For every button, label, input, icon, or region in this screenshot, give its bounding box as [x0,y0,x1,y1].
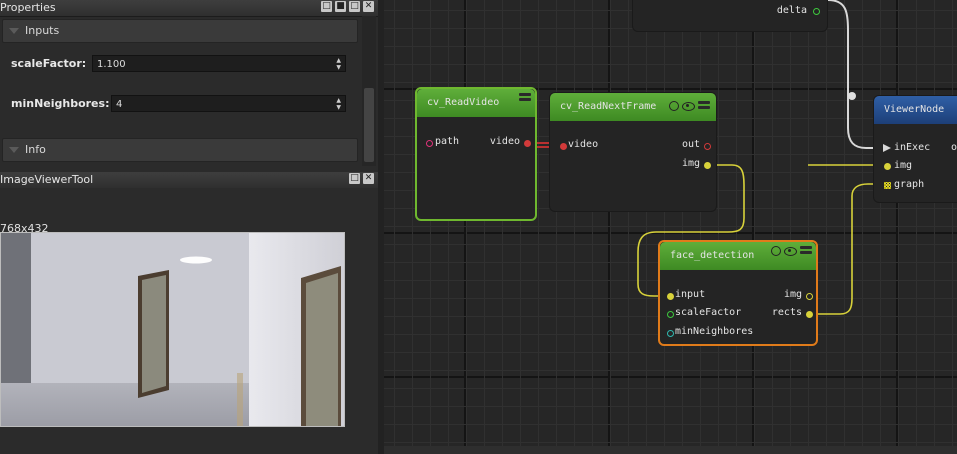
menu-stack-icon[interactable] [698,101,710,111]
port-img-dot[interactable] [704,162,711,169]
port-path-dot[interactable] [426,140,433,147]
port-img-out-label: img [783,289,802,300]
port-img-in-dot[interactable] [884,163,891,170]
menu-stack-icon[interactable] [519,93,531,103]
node-read-video[interactable]: cv_ReadVideo path video [415,87,537,221]
node-graph-canvas[interactable]: delta cv_ReadVideo path video cv_ReadNex… [384,0,957,446]
port-out-partial-label: o [951,142,957,153]
port-input-label: input [675,289,706,300]
viewer-titlebar: ImageViewerTool □ ✕ [0,172,378,189]
port-inexec-label: inExec [894,142,931,153]
section-info-label: Info [25,143,46,156]
bypass-icon[interactable] [669,101,679,111]
node-viewer[interactable]: ViewerNode inExec o img graph [873,95,957,203]
graph-bottom-bar [384,446,957,454]
collapse-arrow-icon [9,28,19,34]
properties-titlebar: Properties □ ■ □ ✕ [0,0,378,17]
port-input-dot[interactable] [667,293,674,300]
port-out-dot[interactable] [704,143,711,150]
eye-icon[interactable] [682,101,695,111]
port-delta-dot[interactable] [813,8,820,15]
port-video-dot[interactable] [524,140,531,147]
restore-icon[interactable]: □ [349,173,360,184]
min-neighbores-label: minNeighbores: [11,97,110,110]
port-img-label: img [681,158,700,169]
scale-factor-value: 1.100 [97,59,126,70]
eye-icon[interactable] [784,246,797,256]
collapse-arrow-icon [9,147,19,153]
port-delta-label: delta [776,5,807,16]
delta-node[interactable]: delta [632,0,828,32]
section-inputs-label: Inputs [25,24,60,37]
video-frame-image [0,232,345,427]
scale-factor-spinbox[interactable]: 1.100 ▲ ▼ [92,55,346,72]
float-icon[interactable]: □ [321,1,332,12]
min-neighbores-spinbox[interactable]: 4 ▲ ▼ [111,95,346,112]
port-img-in-label: img [894,160,913,171]
properties-title: Properties [0,1,56,14]
close-icon[interactable]: ✕ [363,1,374,12]
node-viewer-title: ViewerNode [884,104,945,115]
port-out-label: out [681,139,700,150]
port-min-dot[interactable] [667,330,674,337]
node-read-next-frame[interactable]: cv_ReadNextFrame video out img [549,92,717,212]
section-info[interactable]: Info [2,138,358,162]
minimize-icon[interactable]: ■ [335,1,346,12]
port-rects-label: rects [771,307,802,318]
port-img-out-dot[interactable] [806,293,813,300]
port-scale-label: scaleFactor [675,307,742,318]
node-face-detection-title: face_detection [670,250,755,261]
port-rects-dot[interactable] [806,311,813,318]
corridor-photo [1,233,344,426]
node-read-video-header[interactable]: cv_ReadVideo [417,89,535,117]
port-video-in-dot[interactable] [560,143,567,150]
scrollbar-thumb[interactable] [364,88,374,162]
connection-wires [532,0,884,315]
spin-arrows-icon[interactable]: ▲ ▼ [336,97,341,111]
node-read-next-frame-title: cv_ReadNextFrame [560,101,657,112]
properties-scrollbar[interactable] [362,16,376,166]
section-inputs[interactable]: Inputs [2,19,358,43]
port-graph-label: graph [894,179,925,190]
grid-port-icon[interactable] [884,182,891,189]
port-path-label: path [435,136,460,147]
bypass-icon[interactable] [771,246,781,256]
node-face-detection[interactable]: face_detection input scaleFactor minNeig… [658,240,818,346]
scale-factor-label: scaleFactor: [11,57,87,70]
node-viewer-header[interactable]: ViewerNode [874,96,957,124]
port-video-in-label: video [568,139,599,150]
node-read-video-title: cv_ReadVideo [427,97,500,108]
port-scale-dot[interactable] [667,311,674,318]
min-neighbores-value: 4 [116,99,123,110]
close-icon[interactable]: ✕ [363,173,374,184]
menu-stack-icon[interactable] [800,246,812,256]
port-min-label: minNeighbores [675,326,754,337]
viewer-title: ImageViewerTool [0,173,94,186]
restore-icon[interactable]: □ [349,1,360,12]
exec-arrow-icon[interactable] [883,144,891,152]
spin-arrows-icon[interactable]: ▲ ▼ [336,57,341,71]
port-video-label: video [489,136,520,147]
